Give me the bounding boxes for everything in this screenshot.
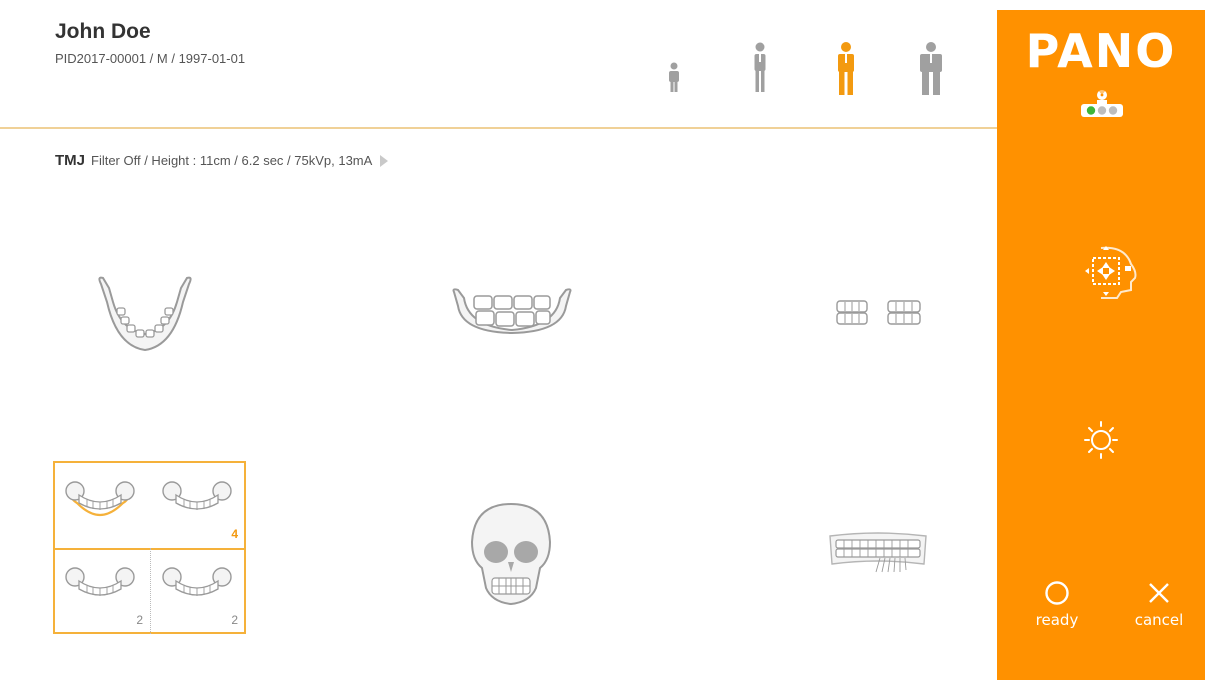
patient-name: John Doe — [55, 20, 151, 43]
exposure-side-panel: PANO ready cancel — [997, 10, 1205, 680]
program-tmj-grid[interactable]: 4 2 2 — [53, 461, 246, 634]
protocol-mode: TMJ — [55, 152, 85, 169]
patient-size-large-button[interactable] — [918, 42, 944, 101]
light-bulb-icon — [1084, 421, 1118, 459]
bitewing-teeth-icon — [836, 300, 921, 325]
mandible-arch-icon — [98, 276, 192, 352]
ready-circle-icon — [1045, 581, 1069, 605]
child-person-icon — [669, 62, 679, 92]
program-sinus[interactable] — [470, 502, 552, 613]
tmj-closed-pa-count: 2 — [231, 613, 238, 627]
head-positioning-icon — [1085, 246, 1137, 299]
tmj-jaw-icon — [65, 567, 135, 596]
radiation-indicator — [1079, 88, 1125, 124]
program-standard-pano[interactable] — [95, 272, 195, 359]
program-bitewing[interactable] — [836, 300, 926, 331]
tmj-open-pa-count: 2 — [136, 613, 143, 627]
patient-positioning-button[interactable] — [1081, 242, 1141, 305]
mode-title: PANO — [1025, 24, 1177, 78]
tmj-jaw-icon — [162, 567, 232, 596]
skull-icon — [470, 502, 552, 606]
dental-arch-segment-icon — [829, 532, 927, 573]
protocol-params: Filter Off / Height : 11cm / 6.2 sec / 7… — [91, 153, 373, 168]
small-person-icon — [754, 42, 766, 92]
protocol-summary: TMJ Filter Off / Height : 11cm / 6.2 sec … — [55, 152, 389, 169]
patient-size-small-button[interactable] — [752, 42, 768, 99]
program-frontal-jaw[interactable] — [450, 286, 574, 339]
tmj-closed-lateral-count: 4 — [231, 527, 238, 541]
tmj-closed-lateral-cell[interactable]: 4 — [158, 475, 244, 545]
cancel-label: cancel — [1134, 611, 1184, 629]
program-segmented-pano[interactable] — [828, 530, 928, 583]
medium-person-icon — [838, 42, 854, 95]
tmj-grid-separator — [150, 548, 151, 634]
cancel-button[interactable]: cancel — [1127, 580, 1191, 629]
patient-size-child-button[interactable] — [666, 62, 682, 99]
ready-button[interactable]: ready — [1027, 580, 1087, 629]
tmj-open-lateral-cell[interactable] — [65, 475, 135, 524]
tmj-jaw-icon — [162, 481, 232, 510]
patient-size-medium-button[interactable] — [834, 42, 858, 101]
protocol-expand-arrow-icon[interactable] — [380, 155, 389, 167]
ready-label: ready — [1035, 611, 1079, 629]
radiation-lights-icon — [1081, 88, 1123, 117]
header-divider — [0, 127, 997, 129]
large-person-icon — [920, 42, 942, 95]
patient-info: PID2017-00001 / M / 1997-01-01 — [55, 51, 246, 66]
tmj-closed-pa-cell[interactable]: 2 — [158, 561, 244, 631]
tmj-jaw-icon — [65, 481, 135, 517]
tmj-open-pa-cell[interactable]: 2 — [65, 561, 149, 631]
close-icon — [1149, 583, 1169, 603]
laser-light-button[interactable] — [1084, 420, 1118, 465]
frontal-jaw-icon — [452, 288, 572, 335]
